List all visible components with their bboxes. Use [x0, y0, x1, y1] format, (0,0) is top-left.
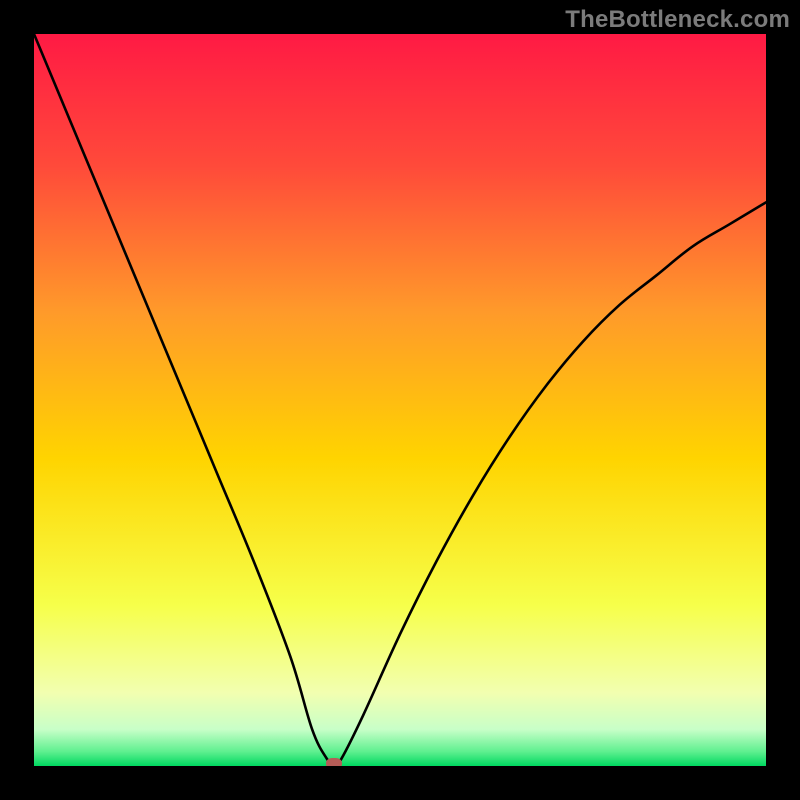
chart-frame: TheBottleneck.com [0, 0, 800, 800]
watermark-text: TheBottleneck.com [565, 6, 790, 34]
bottleneck-curve [34, 34, 766, 766]
optimal-marker [326, 758, 342, 766]
plot-area [34, 34, 766, 766]
